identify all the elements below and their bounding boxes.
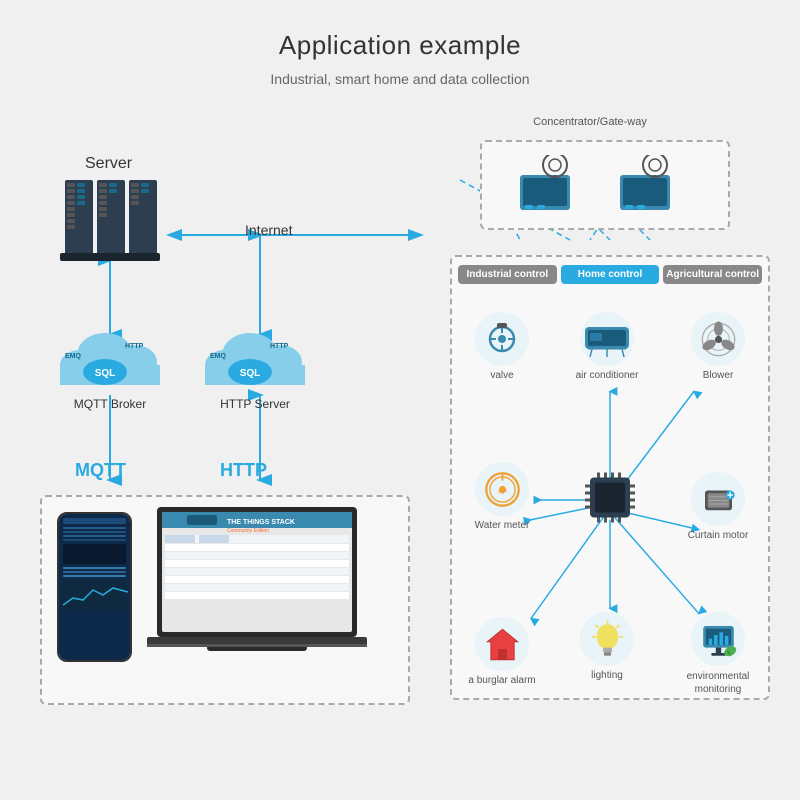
- server-icon: [55, 175, 165, 265]
- http-protocol-label: HTTP: [220, 460, 267, 481]
- category-tabs: Industrial control Home control Agricult…: [452, 257, 768, 288]
- page-title: Application example: [0, 0, 800, 61]
- devices-box: THE THINGS STACK Community Edition: [40, 495, 410, 705]
- concentrator-label: Concentrator/Gate-way: [530, 115, 650, 129]
- diagram: Server: [30, 100, 770, 760]
- device-blower: Blower: [673, 312, 763, 381]
- device-curtain-label: Curtain motor: [673, 530, 763, 541]
- mqtt-protocol-label: MQTT: [75, 460, 126, 481]
- page: Application example Industrial, smart ho…: [0, 0, 800, 800]
- device-blower-label: Blower: [673, 370, 763, 381]
- server-label: Server: [85, 155, 132, 173]
- http-server-node: EMQ HTTP SQL HTTP Server: [195, 320, 315, 411]
- svg-text:EMQ: EMQ: [210, 353, 227, 360]
- device-valve: valve: [457, 312, 547, 381]
- device-water-label: Water meter: [457, 520, 547, 531]
- device-alarm-label: a burglar alarm: [457, 675, 547, 686]
- svg-text:THE THINGS STACK: THE THINGS STACK: [227, 519, 295, 526]
- device-ac: air conditioner: [557, 312, 657, 381]
- svg-text:SQL: SQL: [95, 368, 116, 379]
- iot-panel: Industrial control Home control Agricult…: [450, 255, 770, 700]
- device-ac-label: air conditioner: [557, 370, 657, 381]
- tab-industrial[interactable]: Industrial control: [458, 265, 557, 284]
- phone-mockup: [57, 512, 132, 662]
- device-curtain: Curtain motor: [673, 472, 763, 541]
- laptop-mockup: THE THINGS STACK Community Edition: [147, 507, 367, 677]
- svg-text:SQL: SQL: [240, 368, 261, 379]
- svg-text:HTTP: HTTP: [270, 343, 289, 350]
- device-valve-label: valve: [457, 370, 547, 381]
- svg-text:EMQ: EMQ: [65, 353, 82, 360]
- device-alarm: a burglar alarm: [457, 617, 547, 686]
- svg-text:m³: m³: [498, 487, 507, 496]
- center-chip-icon: [575, 463, 645, 538]
- device-env-label: environmental monitoring: [673, 670, 763, 696]
- device-lighting: lighting: [557, 612, 657, 681]
- device-water-meter: m³ Water meter: [457, 462, 547, 531]
- page-subtitle: Industrial, smart home and data collecti…: [0, 71, 800, 87]
- tab-agricultural[interactable]: Agricultural control: [663, 265, 762, 284]
- device-env: environmental monitoring: [673, 612, 763, 696]
- svg-text:Community Edition: Community Edition: [227, 528, 269, 534]
- svg-text:HTTP: HTTP: [125, 343, 144, 350]
- mqtt-broker-node: EMQ HTTP SQL MQTT Broker: [50, 320, 170, 411]
- internet-label: Internet: [245, 222, 292, 238]
- gateway-devices: [480, 140, 730, 230]
- device-lighting-label: lighting: [557, 670, 657, 681]
- device-grid-area: valve air: [452, 302, 768, 698]
- tab-home[interactable]: Home control: [561, 265, 660, 284]
